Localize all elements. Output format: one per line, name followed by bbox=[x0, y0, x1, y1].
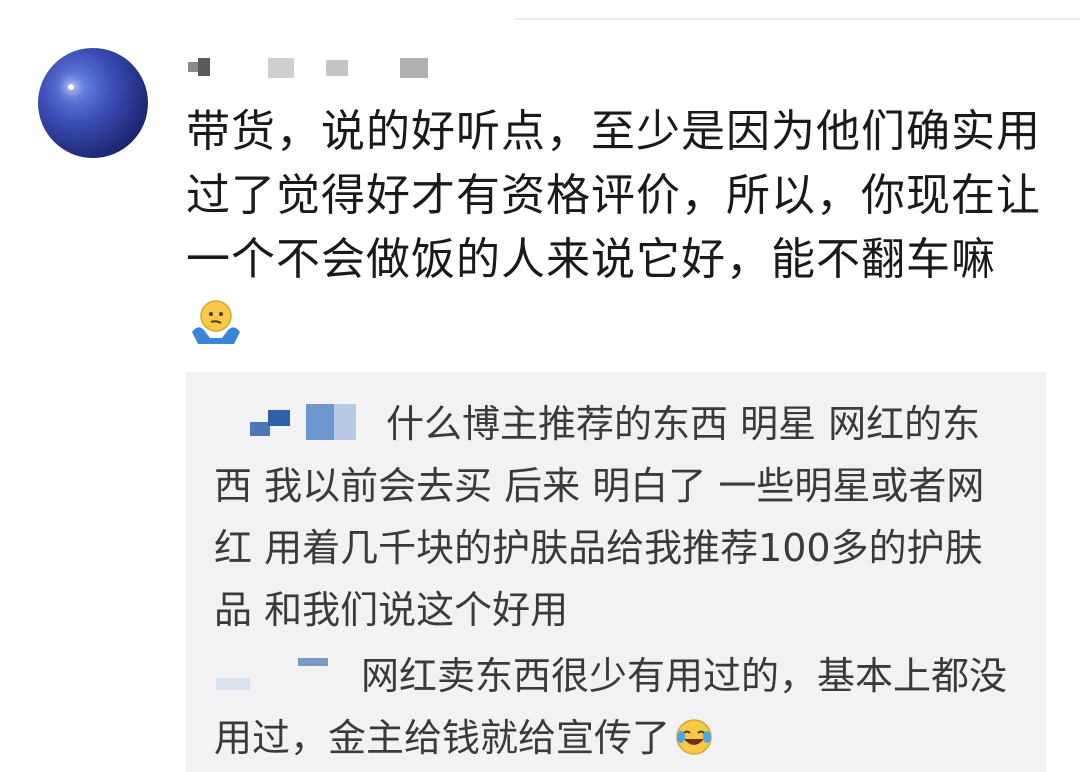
comment-text: 带货，说的好听点，至少是因为他们确实用过了觉得好才有资格评价，所以，你现在让一个… bbox=[186, 106, 1041, 285]
reply-text: 什么博主推荐的东西 明星 网红的东西 我以前会去买 后来 明白了 一些明星或者网… bbox=[214, 402, 985, 632]
divider bbox=[515, 0, 1080, 20]
avatar[interactable] bbox=[38, 48, 148, 158]
comment-screenshot: 带货，说的好听点，至少是因为他们确实用过了觉得好才有资格评价，所以，你现在让一个… bbox=[0, 0, 1080, 772]
shrug-emoji-icon bbox=[192, 300, 240, 344]
sub-reply-text-content: 网红卖东西很少有用过的，基本上都没用过，金主给钱就给宣传了 bbox=[214, 654, 1008, 760]
sub-reply-text: 网红卖东西很少有用过的，基本上都没用过，金主给钱就给宣传了 bbox=[214, 645, 1014, 769]
laughing-tears-emoji-icon bbox=[676, 719, 712, 755]
username-redacted[interactable] bbox=[186, 56, 456, 80]
avatar-star bbox=[68, 84, 74, 90]
